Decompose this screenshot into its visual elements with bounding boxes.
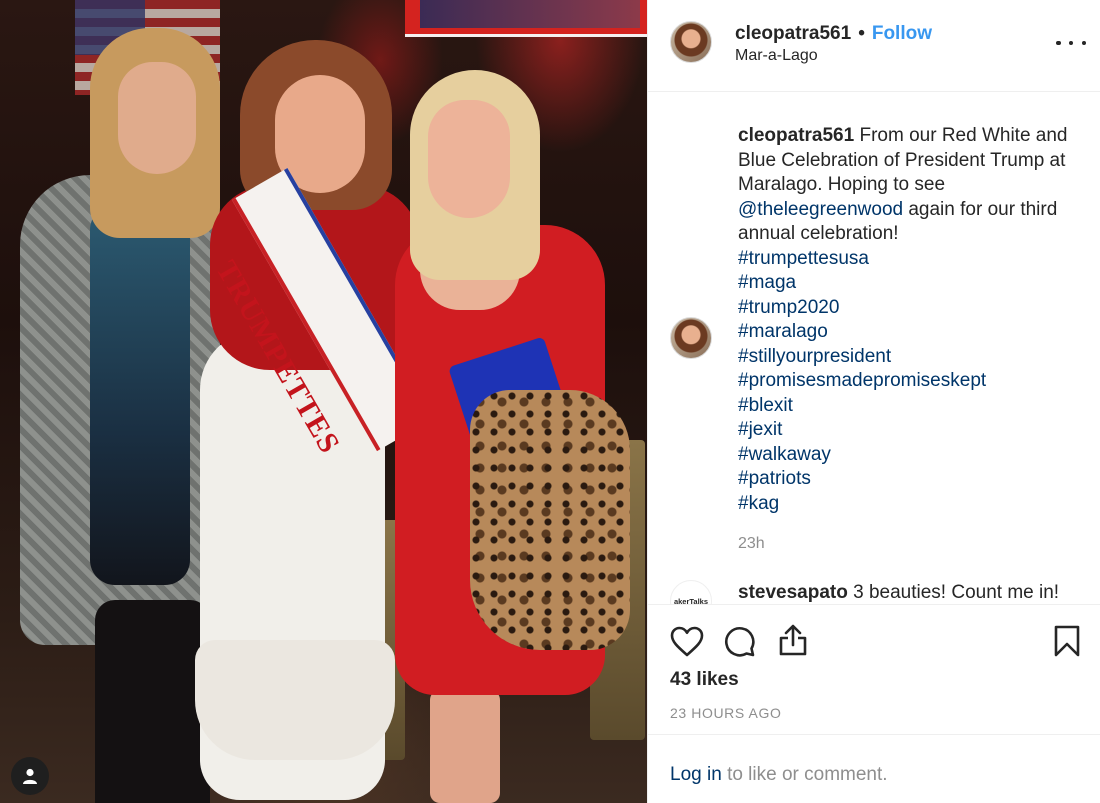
hashtag-link[interactable]: #blexit [738, 394, 1090, 419]
woman-left-legs [95, 600, 210, 803]
post-header: cleopatra561 • Follow Mar-a-Lago [648, 0, 1100, 92]
location-link[interactable]: Mar-a-Lago [735, 47, 818, 65]
more-options-icon[interactable] [1056, 33, 1086, 53]
comment-icon[interactable] [723, 625, 755, 657]
login-text: to like or comment. [727, 764, 888, 785]
instagram-post: TRUMPETTES cleopatra561 • Follow Mar-a-L… [0, 0, 1100, 803]
hashtag-link[interactable]: #walkaway [738, 443, 1090, 468]
caption-time[interactable]: 23h [738, 535, 765, 553]
likes-count[interactable]: 43 likes [670, 669, 739, 691]
hashtag-link[interactable]: #stillyourpresident [738, 345, 1090, 370]
user-icon [23, 768, 37, 784]
comment: stevesapato 3 beauties! Count me in! [738, 582, 1059, 604]
caption-username[interactable]: cleopatra561 [738, 125, 854, 146]
header-title-line: cleopatra561 • Follow [735, 23, 932, 45]
hashtag-link[interactable]: #trump2020 [738, 296, 1090, 321]
commenter-username[interactable]: stevesapato [738, 582, 848, 603]
login-prompt: Log in to like or comment. [648, 734, 1100, 803]
caption: cleopatra561 From our Red White and Blue… [738, 124, 1090, 516]
share-icon[interactable] [778, 623, 808, 657]
post-side-panel: cleopatra561 • Follow Mar-a-Lago cleopat… [647, 0, 1100, 803]
hashtag-link[interactable]: #jexit [738, 418, 1090, 443]
comments-section[interactable]: cleopatra561 From our Red White and Blue… [648, 92, 1100, 604]
hashtag-link[interactable]: #trumpettesusa [738, 247, 1090, 272]
post-timestamp[interactable]: 23 HOURS AGO [670, 705, 781, 721]
commenter-avatar[interactable]: akerTalks [670, 580, 712, 604]
user-tag-button[interactable] [11, 757, 49, 795]
post-actions: 43 likes 23 HOURS AGO [648, 604, 1100, 734]
bookmark-icon[interactable] [1053, 624, 1081, 658]
login-line: Log in to like or comment. [670, 764, 888, 786]
woman-middle-hem [195, 640, 395, 760]
leopard-print-coat [470, 390, 630, 650]
hashtag-link[interactable]: #maralago [738, 320, 1090, 345]
post-photo[interactable]: TRUMPETTES [0, 0, 647, 803]
header-separator: • [858, 23, 865, 44]
follow-button[interactable]: Follow [872, 23, 932, 45]
login-link[interactable]: Log in [670, 764, 722, 785]
screen-display [420, 0, 640, 28]
hashtag-link[interactable]: #promisesmadepromiseskept [738, 369, 1090, 394]
woman-left-dress [90, 205, 190, 585]
comment-text: 3 beauties! Count me in! [853, 582, 1060, 603]
hashtag-link[interactable]: #patriots [738, 467, 1090, 492]
heart-icon[interactable] [670, 626, 704, 658]
woman-left-face [118, 62, 196, 174]
hashtag-link[interactable]: #kag [738, 492, 1090, 517]
author-username[interactable]: cleopatra561 [735, 23, 851, 45]
woman-right-legs [430, 690, 500, 803]
woman-right-face [428, 100, 510, 218]
mention-link[interactable]: @theleegreenwood [738, 199, 903, 220]
hashtag-link[interactable]: #maga [738, 271, 1090, 296]
author-avatar[interactable] [670, 21, 712, 63]
caption-author-avatar[interactable] [670, 317, 712, 359]
